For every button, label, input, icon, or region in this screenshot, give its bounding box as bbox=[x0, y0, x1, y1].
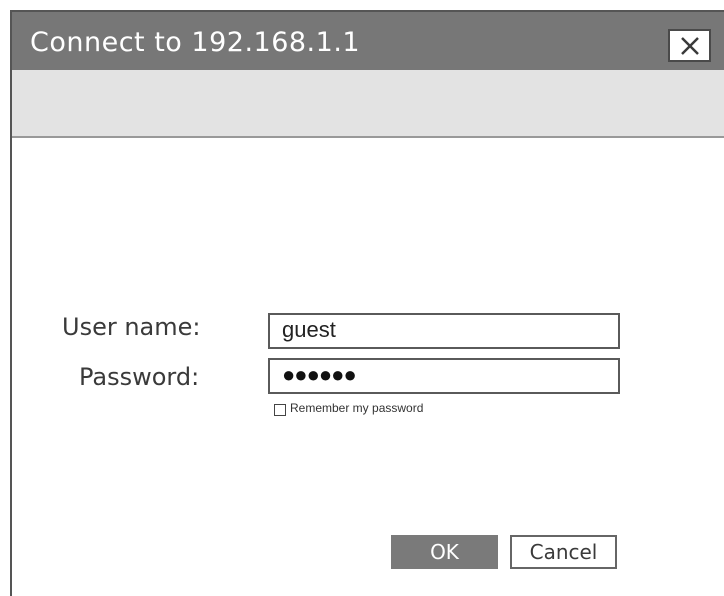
ok-button[interactable]: OK bbox=[391, 535, 498, 569]
remember-password-label: Remember my password bbox=[290, 401, 424, 415]
cancel-button[interactable]: Cancel bbox=[510, 535, 617, 569]
password-value: ●●●●●● bbox=[282, 362, 357, 387]
username-label: User name: bbox=[62, 313, 201, 341]
password-label: Password: bbox=[79, 363, 200, 391]
password-field[interactable]: ●●●●●● bbox=[268, 358, 620, 394]
username-field[interactable]: guest bbox=[268, 313, 620, 349]
dialog-banner bbox=[10, 70, 724, 138]
dialog-title: Connect to 192.168.1.1 bbox=[30, 27, 361, 58]
dialog-left-border bbox=[10, 12, 12, 596]
close-button[interactable] bbox=[668, 29, 711, 62]
remember-password-checkbox[interactable] bbox=[274, 404, 286, 416]
connect-dialog: Connect to 192.168.1.1 User name: guest … bbox=[0, 0, 724, 596]
username-value: guest bbox=[282, 317, 336, 342]
close-icon bbox=[681, 37, 699, 55]
dialog-titlebar: Connect to 192.168.1.1 bbox=[10, 12, 724, 70]
